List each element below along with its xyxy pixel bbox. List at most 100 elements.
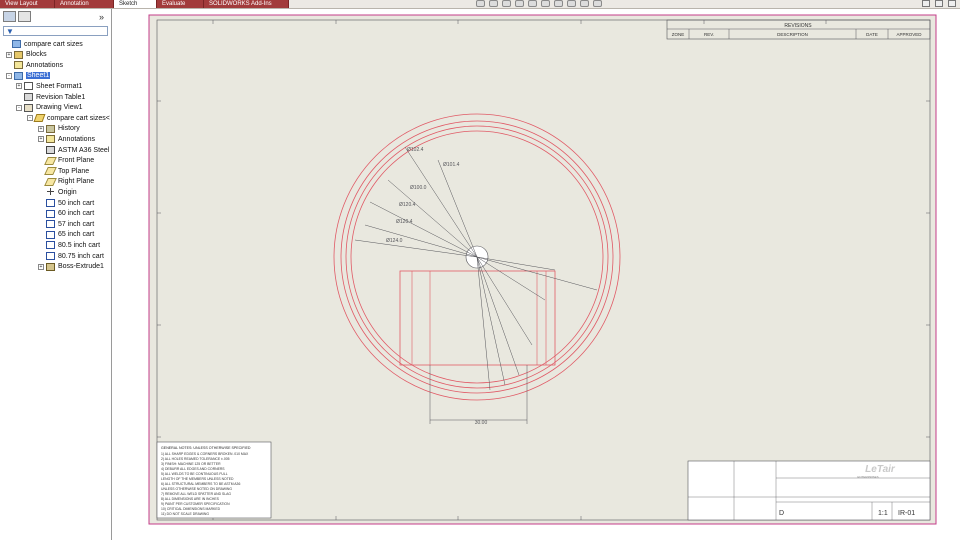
- notes-line: 9) PAINT PER CUSTOMER SPECIFICATION: [161, 502, 230, 506]
- hide-show-items-icon[interactable]: [554, 0, 563, 7]
- diameter-dimension-label[interactable]: Ø120.4: [399, 202, 416, 208]
- title-block[interactable]: LeTair ENTERPRISES D 1:1 IR-01: [687, 460, 931, 521]
- tree-item-label: ASTM A36 Steel: [58, 146, 110, 154]
- part-icon: [33, 114, 46, 123]
- zoom-to-area-icon[interactable]: [489, 0, 498, 7]
- tree-item-top-plane[interactable]: Top Plane: [38, 166, 89, 176]
- restore-icon[interactable]: [935, 0, 943, 7]
- tree-item-annotations[interactable]: + Annotations: [38, 134, 95, 144]
- tree-item-label: Top Plane: [58, 167, 90, 175]
- material-icon: [46, 146, 55, 154]
- notes-line: UNLESS OTHERWISE NOTED ON DRAWING: [161, 487, 232, 491]
- sheet-icon: [14, 71, 23, 80]
- tree-item-65-inch-cart[interactable]: 65 inch cart: [38, 230, 94, 240]
- sketch-icon: [46, 241, 55, 250]
- tab-sketch[interactable]: Sketch: [114, 0, 157, 8]
- sketch-icon: [46, 230, 55, 239]
- view-settings-icon[interactable]: [580, 0, 589, 7]
- previous-view-icon[interactable]: [502, 0, 511, 7]
- tab-view-layout[interactable]: View Layout: [0, 0, 55, 8]
- notes-title: GENERAL NOTES: UNLESS OTHERWISE SPECIFIE…: [161, 446, 251, 450]
- collapse-icon[interactable]: -: [27, 115, 33, 122]
- tree-item-astm-a36-steel[interactable]: ASTM A36 Steel: [38, 145, 109, 155]
- tab-evaluate[interactable]: Evaluate: [157, 0, 204, 8]
- linear-dimension-label[interactable]: 30.00: [475, 420, 488, 426]
- edit-appearance-icon[interactable]: [567, 0, 576, 7]
- plane-icon: [44, 156, 57, 165]
- notes-line: 3) FINISH: MACHINE 125 OR BETTER: [161, 462, 221, 466]
- general-notes-block[interactable]: GENERAL NOTES: UNLESS OTHERWISE SPECIFIE…: [156, 441, 272, 519]
- collapse-icon[interactable]: -: [6, 72, 12, 79]
- section-view-icon[interactable]: [515, 0, 524, 7]
- diameter-dimension-label[interactable]: Ø120.4: [396, 219, 413, 225]
- origin-icon: [46, 188, 55, 196]
- tree-item-label: Annotations: [26, 61, 63, 69]
- tree-item-boss-extrude1[interactable]: + Boss-Extrude1: [38, 262, 104, 272]
- heads-up-view-toolbar: [476, 0, 602, 8]
- tree-item-sheet1[interactable]: - Sheet1: [6, 71, 51, 81]
- minimize-icon[interactable]: [922, 0, 930, 7]
- tree-item-label: Annotations: [58, 135, 95, 143]
- tree-item-label: Drawing View1: [36, 104, 83, 112]
- collapse-panel-button[interactable]: »: [99, 12, 104, 22]
- tab-solidworks-add-ins[interactable]: SOLIDWORKS Add-Ins: [204, 0, 289, 8]
- expand-icon[interactable]: +: [38, 136, 44, 143]
- expand-icon[interactable]: +: [6, 51, 12, 58]
- tree-item-label: Revision Table1: [36, 93, 86, 101]
- diameter-dimension-label[interactable]: Ø124.0: [386, 238, 403, 244]
- annotations-icon: [14, 61, 23, 70]
- tree-item-history[interactable]: + History: [38, 124, 80, 134]
- tree-item-label: 65 inch cart: [58, 231, 95, 239]
- diameter-dimension-label[interactable]: Ø102.4: [407, 147, 424, 153]
- monitor-icon[interactable]: [593, 0, 602, 7]
- tree-item-label: Sheet Format1: [36, 82, 83, 90]
- panel-tabs: [3, 11, 31, 22]
- expand-icon[interactable]: +: [38, 263, 44, 270]
- drawing-icon: [12, 40, 21, 48]
- tree-item-drawing-view1[interactable]: - Drawing View1: [16, 103, 83, 113]
- notes-line: LENGTH OF THE MEMBERS UNLESS NOTED: [161, 477, 234, 481]
- tree-item-label: 60 inch cart: [58, 210, 95, 218]
- tab-annotation[interactable]: Annotation: [55, 0, 114, 8]
- zoom-to-fit-icon[interactable]: [476, 0, 485, 7]
- tree-item-revision-table1[interactable]: Revision Table1: [16, 92, 85, 102]
- revision-header-cell: REV.: [704, 32, 714, 37]
- tree-item-front-plane[interactable]: Front Plane: [38, 156, 94, 166]
- tree-item-sheet-format1[interactable]: + Sheet Format1: [16, 81, 82, 91]
- tree-filter-input[interactable]: ▼: [3, 26, 108, 36]
- close-icon[interactable]: [948, 0, 956, 7]
- notes-line: 6) ALL STRUCTURAL MEMBERS TO BE ASTM A36: [161, 482, 240, 486]
- tree-item-50-inch-cart[interactable]: 50 inch cart: [38, 198, 94, 208]
- diameter-dimension-label[interactable]: Ø100.0: [410, 185, 427, 191]
- blocks-icon: [14, 50, 23, 59]
- graphics-area[interactable]: REVISIONS ZONE REV. DESCRIPTION DATE APPROVE…: [112, 9, 960, 540]
- tree-item-80-5-inch-cart[interactable]: 80.5 inch cart: [38, 240, 100, 250]
- tree-item-annotations[interactable]: Annotations: [6, 60, 63, 70]
- diameter-dimension-label[interactable]: Ø101.4: [443, 162, 460, 168]
- tree-item-compare-cart-sizes[interactable]: compare cart sizes: [4, 39, 83, 49]
- scale-label: 1:1: [878, 510, 888, 517]
- collapse-icon[interactable]: -: [16, 104, 22, 111]
- company-subtitle: ENTERPRISES: [857, 475, 878, 479]
- expand-icon[interactable]: +: [38, 125, 44, 132]
- tree-item-compare-cart-sizes[interactable]: - compare cart sizes<: [27, 113, 110, 123]
- plane-icon: [44, 177, 57, 186]
- sheet-format-icon: [24, 82, 33, 91]
- tree-item-right-plane[interactable]: Right Plane: [38, 177, 94, 187]
- tree-item-blocks[interactable]: + Blocks: [6, 50, 47, 60]
- property-manager-tab-icon[interactable]: [18, 11, 31, 22]
- tree-item-60-inch-cart[interactable]: 60 inch cart: [38, 209, 94, 219]
- view-orientation-icon[interactable]: [528, 0, 537, 7]
- notes-line: 11) DO NOT SCALE DRAWING: [161, 512, 209, 516]
- tree-item-origin[interactable]: Origin: [38, 187, 77, 197]
- tree-item-80-75-inch-cart[interactable]: 80.75 inch cart: [38, 251, 104, 261]
- tree-item-label: 57 inch cart: [58, 220, 95, 228]
- expand-icon[interactable]: +: [16, 83, 22, 90]
- display-style-icon[interactable]: [541, 0, 550, 7]
- extrude-icon: [46, 262, 55, 271]
- tree-item-label: Origin: [58, 188, 77, 196]
- history-icon: [46, 124, 55, 133]
- sketch-icon: [46, 220, 55, 229]
- feature-tree-tab-icon[interactable]: [3, 11, 16, 22]
- tree-item-57-inch-cart[interactable]: 57 inch cart: [38, 219, 94, 229]
